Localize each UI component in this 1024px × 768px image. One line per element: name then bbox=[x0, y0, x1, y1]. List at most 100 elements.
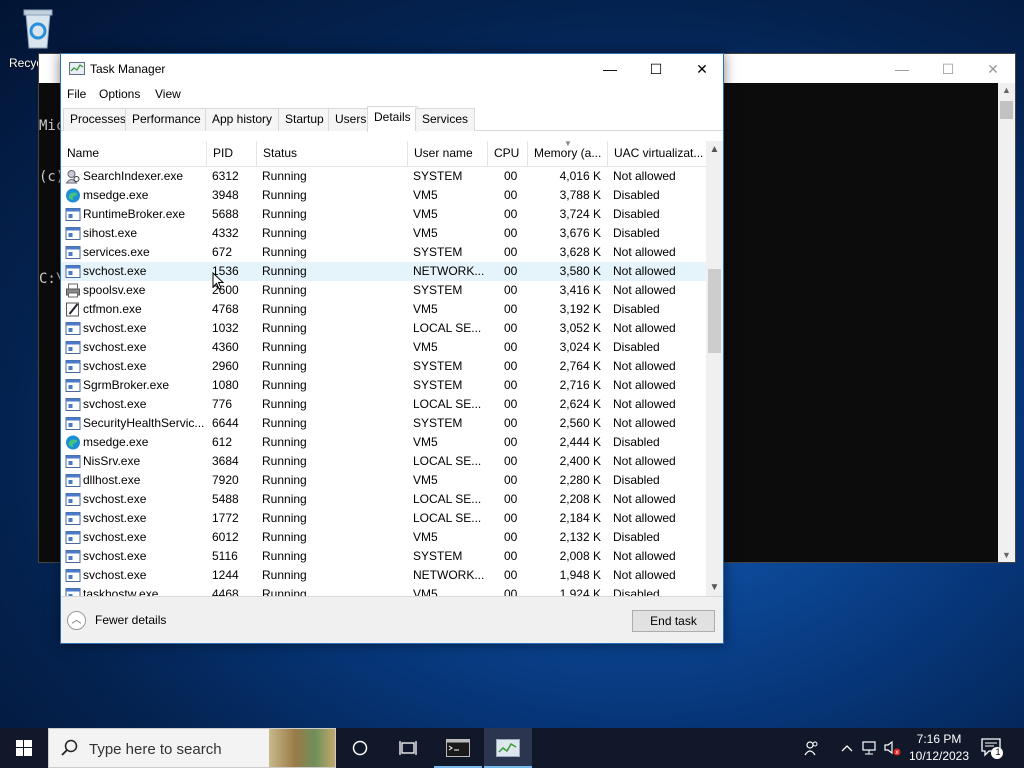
task-manager-window[interactable]: Task Manager — ☐ ✕ File Options View Pro… bbox=[60, 53, 724, 644]
console-scroll-thumb[interactable] bbox=[1000, 101, 1013, 119]
table-row[interactable]: msedge.exe 612 Running VM5 00 2,444 K Disabled bbox=[61, 433, 706, 452]
menu-bar: File Options View bbox=[61, 84, 723, 104]
app-window-icon bbox=[65, 208, 81, 221]
console-maximize-button[interactable]: ☐ bbox=[925, 58, 971, 80]
table-row[interactable]: dllhost.exe 7920 Running VM5 00 2,280 K Disabl… bbox=[61, 471, 706, 490]
app-window-icon bbox=[65, 341, 81, 354]
cell-user-name: VM5 bbox=[413, 587, 438, 596]
table-row[interactable]: svchost.exe 1032 Running LOCAL SE... 00 3,052… bbox=[61, 319, 706, 338]
table-row[interactable]: RuntimeBroker.exe 5688 Running VM5 00 3,724 K… bbox=[61, 205, 706, 224]
tab-services[interactable]: Services bbox=[415, 108, 476, 131]
chevron-up-icon[interactable] bbox=[841, 744, 853, 752]
cell-memory: 3,052 K bbox=[559, 321, 601, 335]
cell-memory: 3,416 K bbox=[559, 283, 601, 297]
task-view-button[interactable] bbox=[384, 728, 432, 768]
console-scroll-up-icon[interactable]: ▲ bbox=[998, 85, 1015, 95]
app-window-icon bbox=[65, 379, 81, 392]
cell-name: spoolsv.exe bbox=[83, 283, 146, 297]
network-icon[interactable] bbox=[862, 741, 878, 755]
table-row[interactable]: svchost.exe 5116 Running SYSTEM 00 2,008 K Not… bbox=[61, 547, 706, 566]
table-row[interactable]: SearchIndexer.exe 6312 Running SYSTEM 00 4,01… bbox=[61, 167, 706, 186]
end-task-button[interactable]: End task bbox=[632, 610, 715, 632]
task-manager-titlebar[interactable]: Task Manager — ☐ ✕ bbox=[61, 54, 723, 84]
cell-uac: Not allowed bbox=[613, 245, 676, 259]
cell-memory: 2,208 K bbox=[559, 492, 601, 506]
tab-processes[interactable]: Processes bbox=[63, 108, 134, 131]
table-row[interactable]: spoolsv.exe 2600 Running SYSTEM 00 3,416 K Not… bbox=[61, 281, 706, 300]
table-row[interactable]: ctfmon.exe 4768 Running VM5 00 3,192 K Disable… bbox=[61, 300, 706, 319]
menu-file[interactable]: File bbox=[67, 87, 86, 101]
grid-scrollbar[interactable]: ▲ ▼ bbox=[706, 141, 723, 596]
cell-cpu: 00 bbox=[504, 568, 518, 582]
cell-pid: 4768 bbox=[212, 302, 239, 316]
scroll-thumb[interactable] bbox=[708, 269, 721, 353]
table-row[interactable]: svchost.exe 1536 Running NETWORK... 00 3,580 … bbox=[61, 262, 706, 281]
cell-memory: 1,948 K bbox=[559, 568, 601, 582]
table-row[interactable]: taskhostw.exe 4468 Running VM5 00 1,924 K Disa… bbox=[61, 585, 706, 596]
search-icon bbox=[61, 739, 78, 756]
edge-icon bbox=[66, 188, 80, 203]
start-button[interactable] bbox=[0, 728, 48, 768]
app-window-icon bbox=[65, 588, 81, 596]
table-row[interactable]: svchost.exe 2960 Running SYSTEM 00 2,764 K Not… bbox=[61, 357, 706, 376]
cell-uac: Not allowed bbox=[613, 492, 676, 506]
column-header-uac[interactable]: UAC virtualizat... bbox=[608, 141, 706, 167]
cell-uac: Not allowed bbox=[613, 169, 676, 183]
taskbar-console-button[interactable] bbox=[434, 728, 482, 768]
cell-name: svchost.exe bbox=[83, 397, 147, 411]
cell-status: Running bbox=[262, 321, 307, 335]
cell-user-name: SYSTEM bbox=[413, 245, 463, 259]
action-center-button[interactable]: 1 bbox=[980, 736, 1004, 763]
close-button[interactable]: ✕ bbox=[679, 54, 725, 84]
clock[interactable]: 7:16 PM 10/12/2023 bbox=[904, 731, 974, 765]
console-minimize-button[interactable]: — bbox=[879, 58, 925, 80]
tab-app-history[interactable]: App history bbox=[205, 108, 280, 131]
maximize-button[interactable]: ☐ bbox=[633, 54, 679, 84]
cell-name: svchost.exe bbox=[83, 530, 147, 544]
app-window-icon bbox=[65, 322, 81, 335]
menu-options[interactable]: Options bbox=[99, 87, 140, 101]
scroll-up-icon[interactable]: ▲ bbox=[706, 144, 723, 155]
app-window-icon bbox=[65, 360, 81, 373]
table-row[interactable]: SecurityHealthServic... 6644 Running SYSTEM… bbox=[61, 414, 706, 433]
column-header-status[interactable]: Status bbox=[257, 141, 408, 167]
table-row[interactable]: svchost.exe 6012 Running VM5 00 2,132 K Disabl… bbox=[61, 528, 706, 547]
column-header-user-name[interactable]: User name bbox=[408, 141, 488, 167]
volume-muted-icon[interactable]: x bbox=[884, 740, 902, 756]
tab-performance[interactable]: Performance bbox=[125, 108, 208, 131]
console-scroll-down-icon[interactable]: ▼ bbox=[998, 550, 1015, 560]
table-row[interactable]: svchost.exe 776 Running LOCAL SE... 00 2,624 … bbox=[61, 395, 706, 414]
cell-name: ctfmon.exe bbox=[83, 302, 142, 316]
table-row[interactable]: svchost.exe 4360 Running VM5 00 3,024 K Disabl… bbox=[61, 338, 706, 357]
taskbar-search-box[interactable]: Type here to search bbox=[48, 728, 336, 768]
tab-startup[interactable]: Startup bbox=[278, 108, 331, 131]
cell-status: Running bbox=[262, 169, 307, 183]
column-header-name[interactable]: Name bbox=[61, 141, 207, 167]
table-row[interactable]: msedge.exe 3948 Running VM5 00 3,788 K Disable… bbox=[61, 186, 706, 205]
table-row[interactable]: NisSrv.exe 3684 Running LOCAL SE... 00 2,400 … bbox=[61, 452, 706, 471]
console-close-button[interactable]: ✕ bbox=[970, 58, 1016, 80]
table-row[interactable]: svchost.exe 5488 Running LOCAL SE... 00 2,208… bbox=[61, 490, 706, 509]
scroll-down-icon[interactable]: ▼ bbox=[706, 582, 723, 593]
tab-details[interactable]: Details bbox=[367, 106, 418, 132]
cell-memory: 2,560 K bbox=[559, 416, 601, 430]
table-row[interactable]: SgrmBroker.exe 1080 Running SYSTEM 00 2,716 K… bbox=[61, 376, 706, 395]
notification-count: 1 bbox=[995, 747, 1001, 757]
tab-strip: Processes Performance App history Startu… bbox=[61, 106, 723, 132]
console-scrollbar[interactable]: ▲ ▼ bbox=[998, 83, 1015, 562]
table-row[interactable]: sihost.exe 4332 Running VM5 00 3,676 K Disable… bbox=[61, 224, 706, 243]
column-header-pid[interactable]: PID bbox=[207, 141, 257, 167]
cell-name: taskhostw.exe bbox=[83, 587, 159, 596]
people-icon[interactable] bbox=[804, 740, 820, 756]
column-header-cpu[interactable]: CPU bbox=[488, 141, 528, 167]
cortana-button[interactable] bbox=[336, 728, 384, 768]
cell-memory: 3,724 K bbox=[559, 207, 601, 221]
table-row[interactable]: svchost.exe 1244 Running NETWORK... 00 1,948 … bbox=[61, 566, 706, 585]
app-window-icon bbox=[65, 417, 81, 430]
menu-view[interactable]: View bbox=[155, 87, 181, 101]
minimize-button[interactable]: — bbox=[587, 54, 633, 84]
cell-pid: 7920 bbox=[212, 473, 239, 487]
table-row[interactable]: svchost.exe 1772 Running LOCAL SE... 00 2,184… bbox=[61, 509, 706, 528]
taskbar-task-manager-button[interactable] bbox=[484, 728, 532, 768]
table-row[interactable]: services.exe 672 Running SYSTEM 00 3,628 K Not… bbox=[61, 243, 706, 262]
